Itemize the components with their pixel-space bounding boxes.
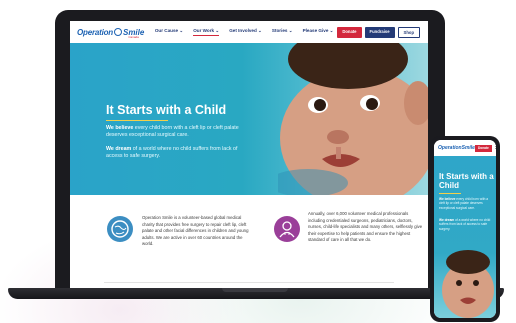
phone-donate-button[interactable]: Donate [474, 144, 492, 152]
section-divider [104, 282, 394, 283]
phone-screen: OperationSmile Donate ☰ It Starts with a… [434, 140, 496, 318]
hero-banner: It Starts with a Child We believe every … [70, 43, 428, 195]
dream-bold: We dream [106, 146, 132, 152]
hamburger-menu-icon[interactable]: ☰ [495, 145, 496, 151]
laptop-screen: Operation Smile Canada Our Cause ⌄ Our W… [70, 21, 428, 290]
site-logo[interactable]: Operation Smile Canada [77, 25, 144, 40]
nav-get-involved[interactable]: Get Involved ⌄ [229, 28, 262, 36]
nav-our-work[interactable]: Our Work ⌄ [193, 28, 220, 36]
info-section: Operation Smile is a volunteer-based glo… [70, 195, 428, 290]
belief-bold: We believe [106, 125, 134, 131]
phone-dream: We dream of a world where no child suffe… [439, 218, 493, 231]
info-right-text: Annually, over 6,000 volunteer medical p… [308, 211, 423, 243]
main-menu: Our Cause ⌄ Our Work ⌄ Get Involved ⌄ St… [155, 28, 334, 36]
laptop-notch [222, 288, 288, 292]
donate-button[interactable]: Donate [337, 26, 362, 38]
nav-buttons: Donate Fundraise Shop [337, 26, 420, 38]
hero-belief: We believe every child born with a cleft… [106, 125, 246, 139]
nav-please-give[interactable]: Please Give ⌄ [303, 28, 334, 36]
nav-stories[interactable]: Stories ⌄ [272, 28, 293, 36]
phone-hero-title: It Starts with a Child [439, 172, 494, 190]
child-photo [278, 43, 428, 195]
info-left-text: Operation Smile is a volunteer-based glo… [142, 215, 249, 247]
nav-our-cause[interactable]: Our Cause ⌄ [155, 28, 183, 36]
logo-word: Operation [77, 27, 113, 37]
fundraise-button[interactable]: Fundraise [364, 26, 395, 38]
doctor-icon [274, 216, 300, 242]
phone-child-photo [442, 250, 494, 318]
hero-dream: We dream of a world where no child suffe… [106, 146, 246, 160]
hero-divider [106, 120, 168, 121]
smile-logo-icon [113, 28, 122, 36]
phone-hero-divider [439, 193, 461, 194]
logo-sub: Canada [128, 35, 139, 39]
phone-belief-bold: We believe [439, 197, 456, 201]
hero-title: It Starts with a Child [106, 103, 227, 117]
shop-button[interactable]: Shop [397, 26, 420, 38]
site-nav: Operation Smile Canada Our Cause ⌄ Our W… [70, 21, 428, 43]
phone-dream-bold: We dream [439, 218, 455, 222]
phone-nav: OperationSmile Donate ☰ [434, 140, 496, 156]
phone-belief: We believe every child born with a cleft… [439, 197, 493, 210]
stage: Operation Smile Canada Our Cause ⌄ Our W… [0, 0, 516, 323]
phone-hero: It Starts with a Child We believe every … [434, 156, 496, 318]
phone-logo[interactable]: OperationSmile [438, 145, 475, 151]
globe-hands-icon [107, 216, 133, 242]
